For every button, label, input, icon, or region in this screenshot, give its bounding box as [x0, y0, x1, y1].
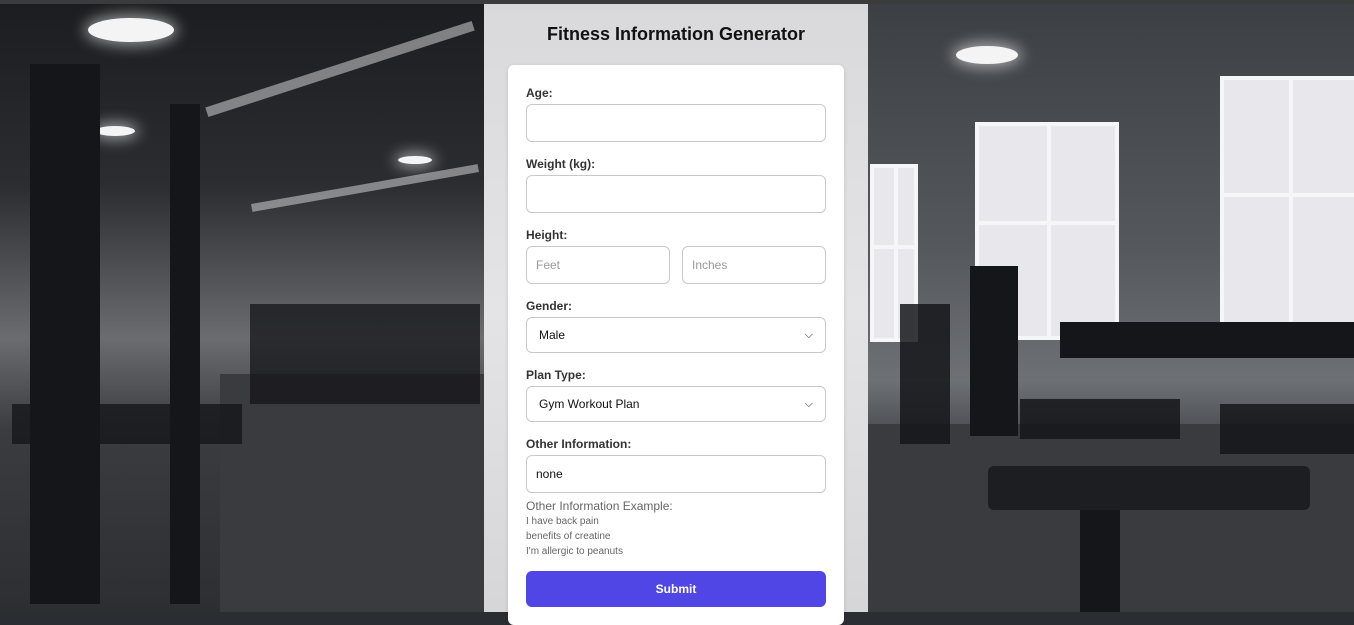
gender-label: Gender:: [526, 299, 573, 313]
other-info-example: I'm allergic to peanuts: [526, 546, 623, 557]
plan-type-select[interactable]: Gym Workout Plan ⌵: [526, 386, 826, 422]
weight-label: Weight (kg):: [526, 157, 596, 171]
other-info-input[interactable]: [526, 455, 826, 493]
page-title: Fitness Information Generator: [546, 24, 806, 44]
other-info-example: I have back pain: [526, 516, 599, 527]
height-label: Height:: [526, 228, 568, 242]
ceiling-light: [88, 18, 174, 42]
other-info-label: Other Information:: [526, 437, 632, 451]
gym-equipment-row: [250, 304, 480, 404]
ceiling-light: [398, 156, 432, 164]
age-label: Age:: [526, 86, 553, 100]
treadmill: [1220, 404, 1354, 454]
height-inches-input[interactable]: [682, 246, 826, 284]
ceiling-light: [956, 46, 1018, 64]
plan-type-label: Plan Type:: [526, 368, 586, 382]
chevron-down-icon: ⌵: [804, 397, 813, 410]
weight-bench: [988, 466, 1310, 510]
submit-button[interactable]: Submit: [526, 571, 826, 607]
weight-bench-leg: [1080, 510, 1120, 612]
gender-select[interactable]: Male ⌵: [526, 317, 826, 353]
gym-machine: [12, 404, 242, 444]
gym-machine: [30, 64, 100, 604]
gym-machine: [970, 266, 1018, 436]
height-feet-input[interactable]: [526, 246, 670, 284]
window: [1220, 76, 1354, 334]
gym-machine: [900, 304, 950, 444]
treadmill: [1020, 399, 1180, 439]
chevron-down-icon: ⌵: [804, 328, 813, 341]
gender-selected-value: Male: [539, 328, 566, 342]
age-input[interactable]: [526, 104, 826, 142]
ceiling-light: [95, 126, 135, 136]
dumbbell-rack: [1060, 322, 1354, 358]
gym-machine: [170, 104, 200, 604]
other-info-example-title: Other Information Example:: [526, 499, 673, 513]
weight-input[interactable]: [526, 175, 826, 213]
floor: [220, 374, 484, 612]
plan-type-selected-value: Gym Workout Plan: [539, 397, 640, 411]
other-info-example: benefits of creatine: [526, 531, 611, 542]
